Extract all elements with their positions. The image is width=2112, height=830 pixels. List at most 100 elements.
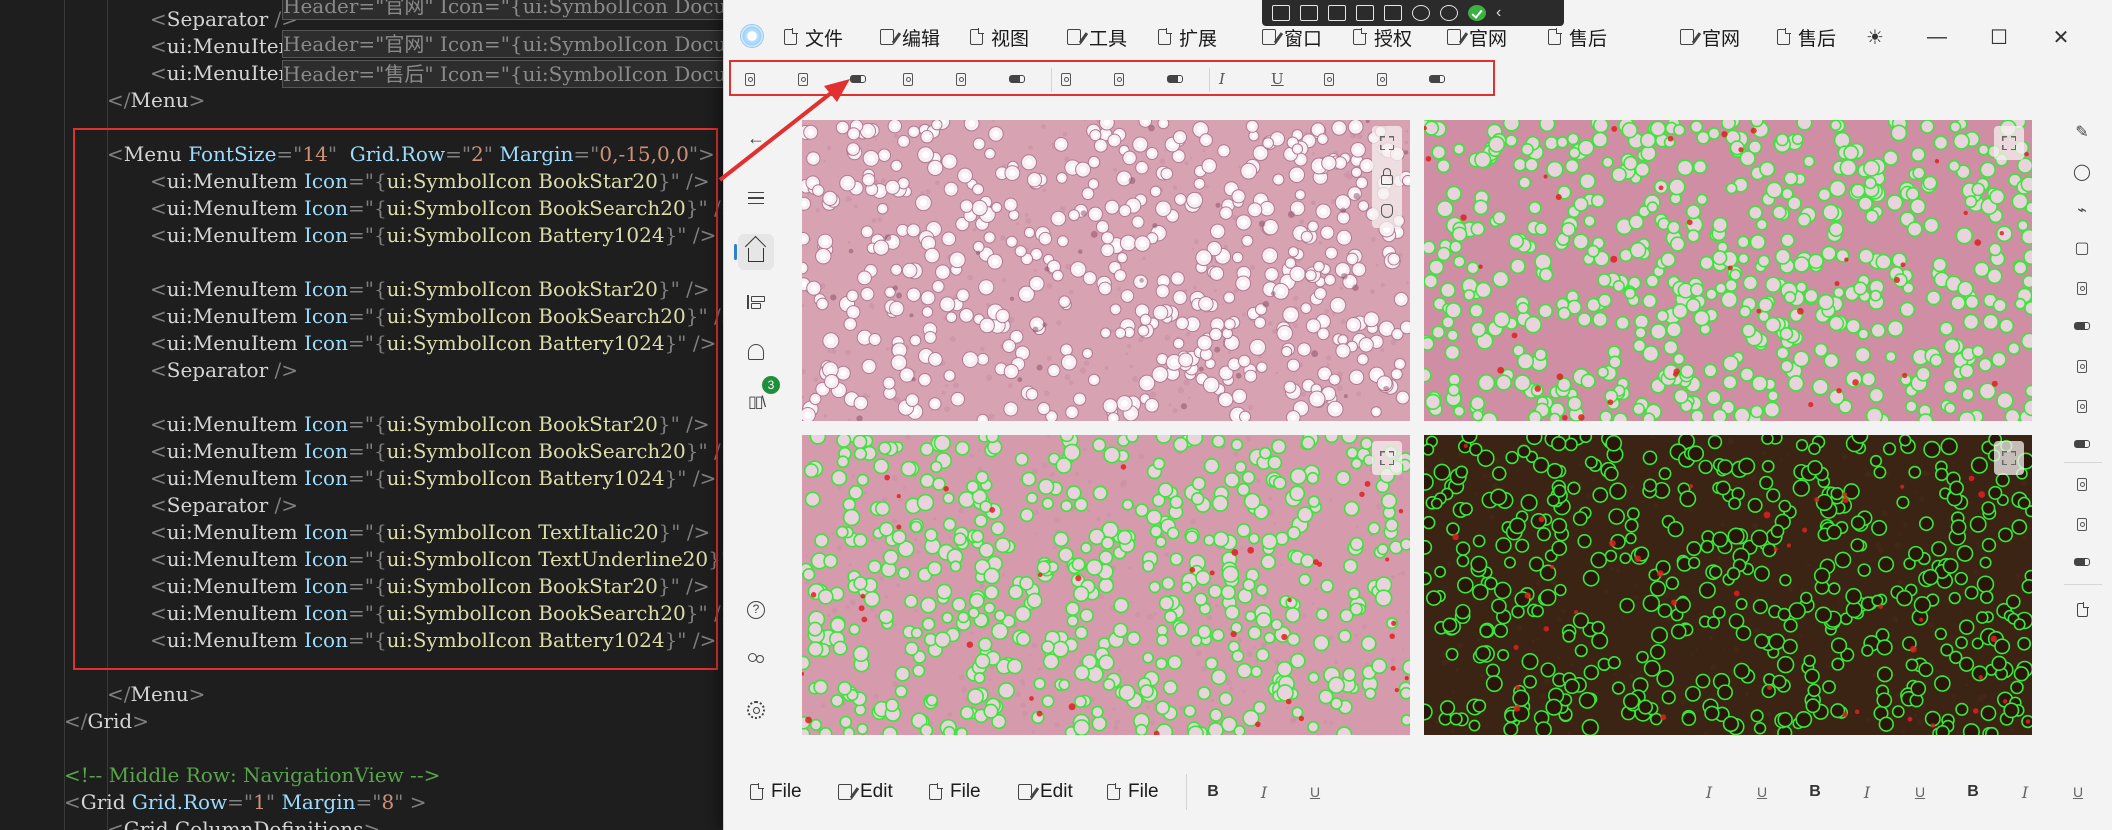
battery-icon[interactable] bbox=[850, 71, 866, 87]
rectangle-icon[interactable]: ▢ bbox=[2072, 238, 2092, 258]
hamburger-button[interactable] bbox=[738, 180, 774, 216]
maximize-button[interactable]: ☐ bbox=[1984, 22, 2014, 52]
book-star-icon[interactable] bbox=[1324, 71, 1334, 87]
fullscreen-button[interactable] bbox=[1994, 126, 2024, 160]
pan-button[interactable] bbox=[1372, 194, 1402, 228]
check-icon[interactable] bbox=[1468, 5, 1486, 21]
code-line: </Menu> bbox=[107, 681, 205, 708]
pencil-icon[interactable]: ✎ bbox=[2072, 122, 2092, 142]
fullscreen-button[interactable] bbox=[1372, 126, 1402, 160]
bold-button[interactable]: B bbox=[1962, 781, 1984, 803]
chevron-left-icon[interactable]: ‹ bbox=[1496, 4, 1501, 22]
text-italic-icon[interactable]: I bbox=[1219, 70, 1225, 88]
menu-item[interactable]: 视图 bbox=[970, 22, 1029, 52]
wireless-icon[interactable] bbox=[1412, 5, 1430, 21]
menu-item[interactable]: 扩展 bbox=[1158, 22, 1217, 52]
document-icon[interactable] bbox=[2072, 600, 2092, 620]
command-edit-button[interactable]: Edit bbox=[838, 780, 893, 804]
menu-item[interactable]: 工具 bbox=[1067, 22, 1127, 52]
command-edit-button[interactable]: Edit bbox=[1018, 780, 1073, 804]
edit-icon bbox=[838, 784, 852, 800]
code-line: <!-- Middle Row: NavigationView --> bbox=[64, 763, 441, 787]
image-panel-original[interactable] bbox=[802, 120, 1410, 421]
command-file-button[interactable]: File bbox=[929, 780, 981, 804]
italic-button[interactable]: I bbox=[2014, 781, 2036, 803]
nav-item-settings[interactable] bbox=[738, 692, 774, 728]
image-panel-detected[interactable] bbox=[1424, 120, 2032, 421]
underline-button[interactable]: U bbox=[1304, 781, 1326, 803]
book-search-icon[interactable] bbox=[798, 71, 808, 87]
command-label: File bbox=[950, 781, 981, 802]
area-pointer-icon[interactable] bbox=[1384, 5, 1402, 21]
menu-item-label: 售后 bbox=[1798, 28, 1837, 50]
bold-button[interactable]: B bbox=[1804, 781, 1826, 803]
nav-item-home[interactable] bbox=[734, 234, 774, 270]
fullscreen-button[interactable] bbox=[1994, 441, 2024, 475]
code-line: <Separator /> bbox=[150, 6, 298, 33]
book-search-icon[interactable] bbox=[2072, 278, 2092, 298]
battery-icon[interactable] bbox=[1167, 71, 1183, 87]
code-token: > bbox=[188, 682, 206, 706]
bold-button[interactable]: B bbox=[1202, 781, 1224, 803]
nav-item-library[interactable] bbox=[738, 284, 774, 320]
underline-button[interactable]: U bbox=[2067, 781, 2089, 803]
book-star-icon[interactable] bbox=[1061, 71, 1071, 87]
code-token: Grid bbox=[80, 790, 132, 814]
menu-item[interactable]: 官网 bbox=[1447, 22, 1507, 52]
close-button[interactable]: ✕ bbox=[2046, 22, 2076, 52]
circle-icon[interactable]: ◯ bbox=[2072, 162, 2092, 182]
book-star-icon[interactable] bbox=[745, 71, 755, 87]
battery-icon[interactable] bbox=[2072, 316, 2092, 336]
book-star-icon[interactable] bbox=[2072, 474, 2092, 494]
book-search-icon[interactable] bbox=[2072, 514, 2092, 534]
image-panel-mask[interactable] bbox=[1424, 435, 2032, 735]
nav-item-alerts[interactable] bbox=[738, 334, 774, 370]
battery-icon[interactable] bbox=[1009, 71, 1025, 87]
italic-button[interactable]: I bbox=[1698, 781, 1720, 803]
image-panel-detected-2[interactable] bbox=[802, 435, 1410, 735]
accessibility-icon[interactable] bbox=[1440, 5, 1458, 21]
book-search-icon[interactable] bbox=[2072, 396, 2092, 416]
fullscreen-button[interactable] bbox=[1372, 441, 1402, 475]
book-search-icon[interactable] bbox=[1114, 71, 1124, 87]
back-button[interactable]: ← bbox=[738, 120, 774, 156]
book-search-icon[interactable] bbox=[956, 71, 966, 87]
battery-icon[interactable] bbox=[1429, 71, 1445, 87]
menu-item[interactable]: 售后 bbox=[1548, 22, 1607, 52]
edit-icon bbox=[880, 29, 894, 45]
menu-item[interactable]: 文件 bbox=[784, 22, 843, 52]
italic-button[interactable]: I bbox=[1253, 781, 1275, 803]
underline-button[interactable]: U bbox=[1751, 781, 1773, 803]
menu-item-label: 视图 bbox=[991, 28, 1030, 50]
battery-icon[interactable] bbox=[2072, 434, 2092, 454]
text-underline-icon[interactable]: U bbox=[1271, 70, 1284, 88]
theme-toggle-button[interactable]: ☀ bbox=[1860, 22, 1890, 52]
select-region-icon[interactable] bbox=[1272, 5, 1290, 21]
command-file-button[interactable]: File bbox=[750, 780, 802, 804]
polyline-icon[interactable]: ⌁ bbox=[2072, 200, 2092, 220]
menu-item[interactable]: 售后 bbox=[1777, 22, 1836, 52]
command-label: Edit bbox=[860, 781, 893, 802]
lock-button[interactable] bbox=[1372, 160, 1402, 194]
record-icon[interactable] bbox=[1300, 5, 1318, 21]
menu-item[interactable]: 授权 bbox=[1353, 22, 1412, 52]
minimize-button[interactable]: — bbox=[1922, 22, 1952, 52]
nav-item-help[interactable]: ? bbox=[738, 592, 774, 628]
book-star-icon[interactable] bbox=[903, 71, 913, 87]
underline-button[interactable]: U bbox=[1909, 781, 1931, 803]
battery-icon[interactable] bbox=[2072, 552, 2092, 572]
nav-item-users[interactable] bbox=[738, 642, 774, 678]
code-editor[interactable]: <Separator /><ui:MenuItem<ui:MenuItem</M… bbox=[0, 0, 740, 830]
people-icon bbox=[747, 653, 765, 667]
code-token: " > bbox=[394, 790, 427, 814]
book-search-icon[interactable] bbox=[1377, 71, 1387, 87]
window-capture-icon[interactable] bbox=[1356, 5, 1374, 21]
pointer-icon[interactable] bbox=[1328, 5, 1346, 21]
menu-item[interactable]: 编辑 bbox=[880, 22, 940, 52]
command-file-button[interactable]: File bbox=[1107, 780, 1159, 804]
nav-item-collection[interactable]: ▯▯\ 3 bbox=[738, 376, 780, 420]
menu-item[interactable]: 官网 bbox=[1680, 22, 1740, 52]
menu-item[interactable]: 窗口 bbox=[1262, 22, 1322, 52]
book-star-icon[interactable] bbox=[2072, 356, 2092, 376]
italic-button[interactable]: I bbox=[1856, 781, 1878, 803]
